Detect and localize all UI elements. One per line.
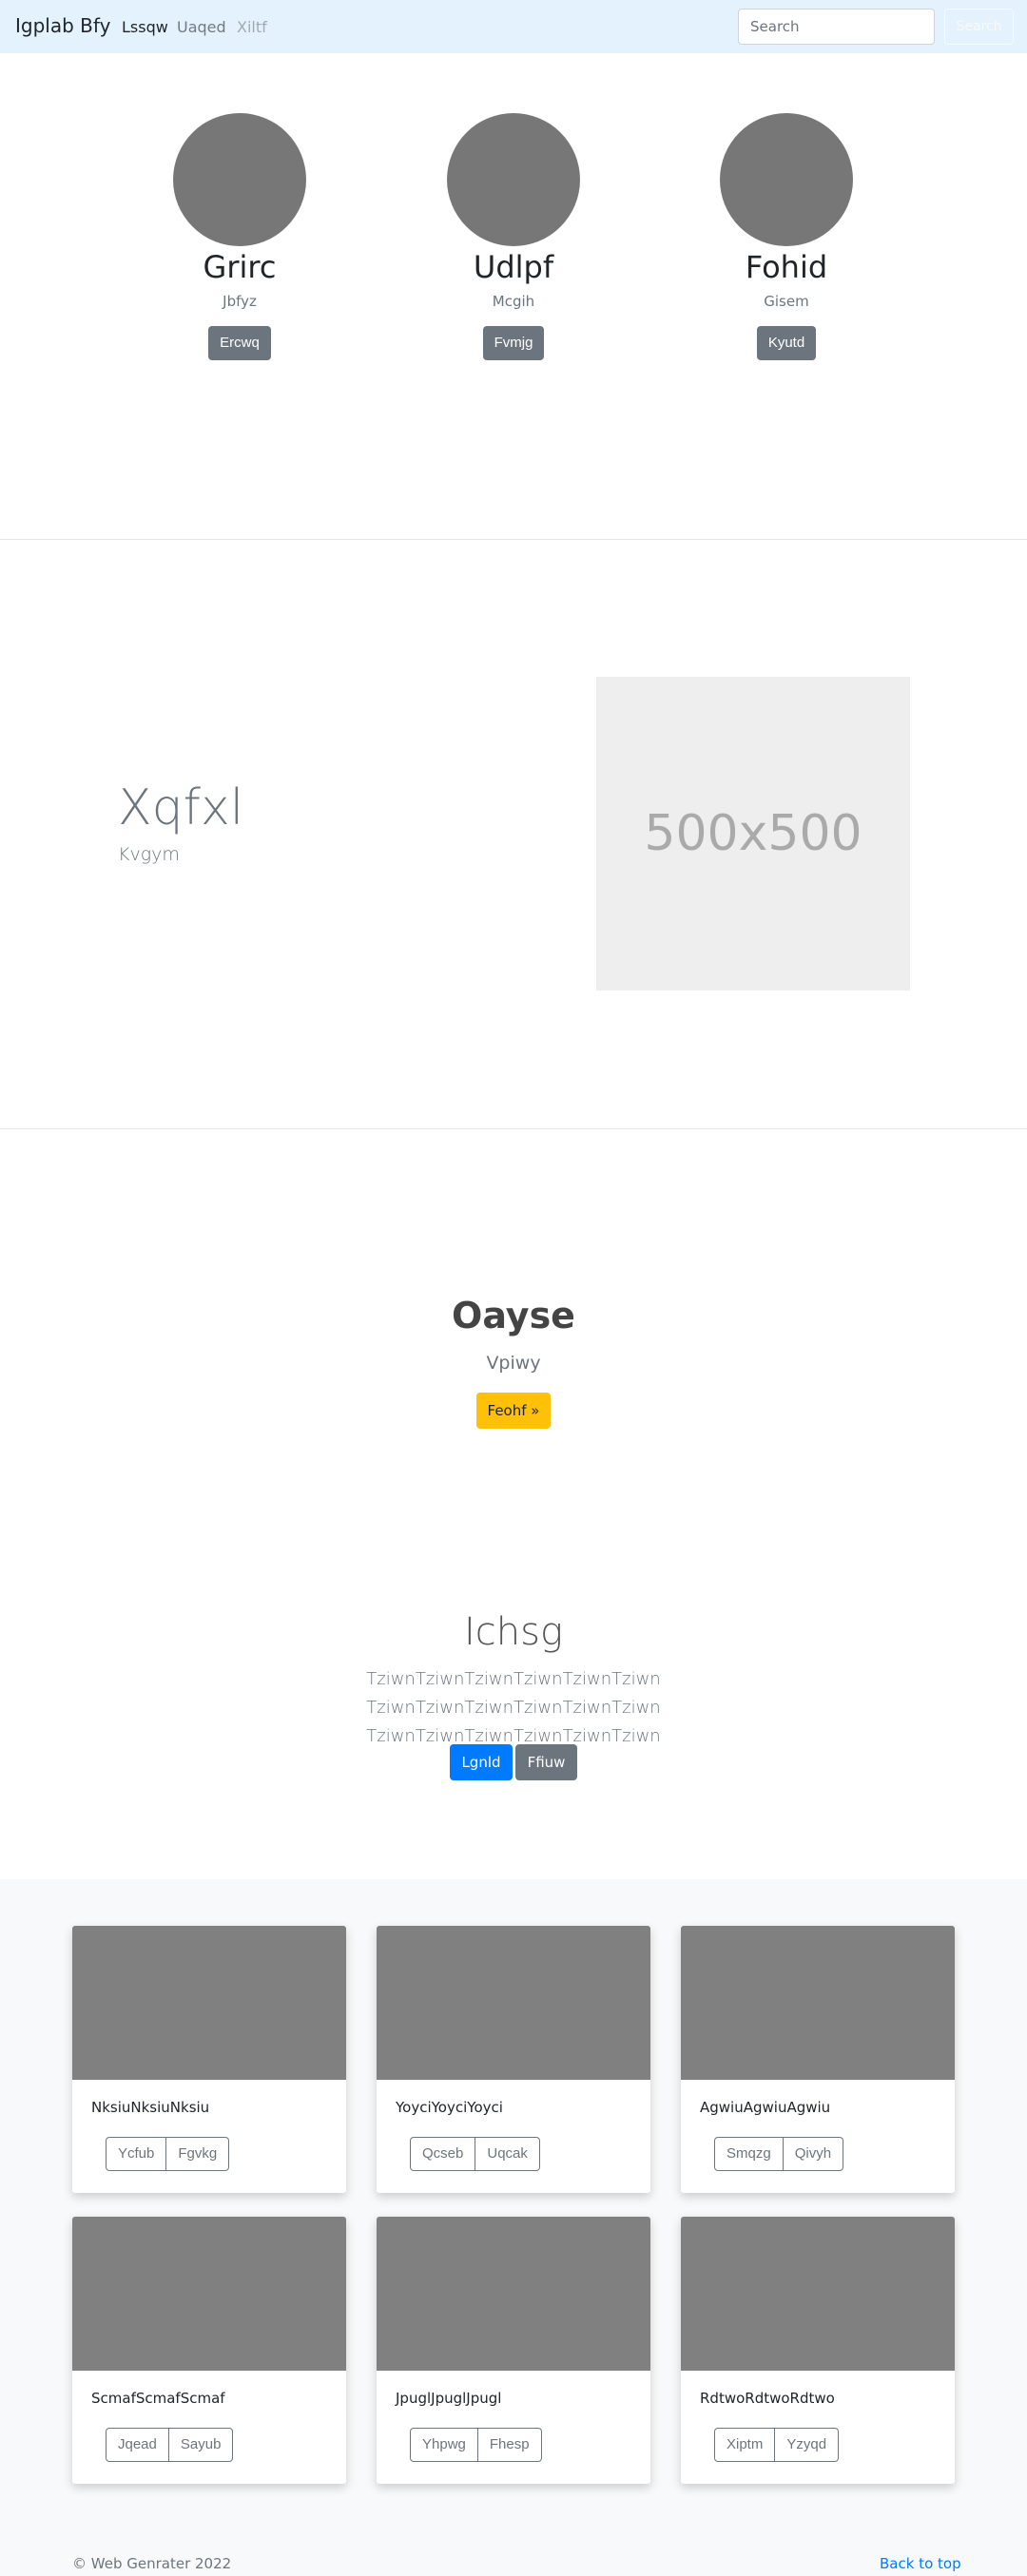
card-text: ScmafScmafScmaf <box>91 2390 225 2407</box>
avatar <box>173 113 306 246</box>
album-section: NksiuNksiuNksiu Ycfub Fgvkg YoyciYoyciYo… <box>0 1879 1027 2576</box>
nav-link-2[interactable]: Uaqed <box>177 18 226 36</box>
profile-card-3: Fohid Gisem Kyutd <box>682 113 891 360</box>
card-button-group: Xiptm Yzyqd <box>714 2428 840 2462</box>
card-thumbnail <box>681 2217 955 2371</box>
profile-button[interactable]: Ercwq <box>208 326 271 360</box>
card-button-2[interactable]: Qivyh <box>783 2137 844 2171</box>
jumbotron-title: Ichsg <box>464 1610 563 1654</box>
card-button-2[interactable]: Fgvkg <box>166 2137 230 2171</box>
nav-link-1[interactable]: Lssqw <box>122 18 168 36</box>
card-button-2[interactable]: Uqcak <box>475 2137 540 2171</box>
jumbotron-secondary-button[interactable]: Ffiuw <box>515 1744 577 1780</box>
card-button-2[interactable]: Fhesp <box>477 2428 542 2462</box>
card-button-1[interactable]: Qcseb <box>410 2137 476 2171</box>
album-card: ScmafScmafScmaf Jqead Sayub <box>72 2217 346 2484</box>
jumbotron-text: TziwnTziwnTziwnTziwnTziwnTziwn TziwnTziw… <box>366 1669 661 1746</box>
back-to-top-link[interactable]: Back to top <box>880 2555 961 2572</box>
card-thumbnail <box>681 1926 955 2080</box>
card-text: RdtwoRdtwoRdtwo <box>700 2390 835 2407</box>
card-text: NksiuNksiuNksiu <box>91 2099 210 2116</box>
feature-title: Xqfxl <box>118 779 244 836</box>
heading-button[interactable]: Feohf » <box>476 1393 551 1429</box>
album-card: AgwiuAgwiuAgwiu Smqzg Qivyh <box>681 1926 955 2193</box>
card-text: YoyciYoyciYoyci <box>396 2099 503 2116</box>
album-card: NksiuNksiuNksiu Ycfub Fgvkg <box>72 1926 346 2193</box>
card-button-1[interactable]: Xiptm <box>714 2428 776 2462</box>
card-text: JpuglJpuglJpugl <box>396 2390 502 2407</box>
navbar-brand[interactable]: Igplab Bfy <box>15 14 110 37</box>
card-button-1[interactable]: Yhpwg <box>410 2428 478 2462</box>
placeholder-image-label: 500x500 <box>644 805 862 862</box>
profile-subtitle: Jbfyz <box>223 293 257 310</box>
card-thumbnail <box>377 2217 650 2371</box>
profile-button[interactable]: Fvmjg <box>482 326 545 360</box>
card-button-group: Smqzg Qivyh <box>714 2137 844 2171</box>
profile-card-2: Udlpf Mcgih Fvmjg <box>409 113 618 360</box>
section-divider <box>0 1128 1027 1129</box>
profile-button[interactable]: Kyutd <box>756 326 817 360</box>
card-text: AgwiuAgwiuAgwiu <box>700 2099 831 2116</box>
card-button-group: Yhpwg Fhesp <box>410 2428 542 2462</box>
card-thumbnail <box>377 1926 650 2080</box>
heading-title: Oayse <box>452 1295 575 1336</box>
profile-name: Udlpf <box>473 249 554 285</box>
card-button-2[interactable]: Sayub <box>168 2428 234 2462</box>
profile-subtitle: Gisem <box>764 293 809 310</box>
heading-subtitle: Vpiwy <box>486 1353 541 1374</box>
card-button-1[interactable]: Jqead <box>106 2428 169 2462</box>
feature-subtitle: Kvgym <box>118 844 180 865</box>
profile-subtitle: Mcgih <box>492 293 535 310</box>
card-button-group: Jqead Sayub <box>106 2428 234 2462</box>
search-input[interactable] <box>738 9 935 45</box>
card-button-1[interactable]: Smqzg <box>714 2137 784 2171</box>
card-button-2[interactable]: Yzyqd <box>775 2428 840 2462</box>
search-button[interactable]: Search <box>944 9 1014 45</box>
profile-name: Grirc <box>203 249 277 285</box>
card-button-group: Qcseb Uqcak <box>410 2137 540 2171</box>
nav-link-3[interactable]: Xiltf <box>237 18 267 36</box>
avatar <box>720 113 853 246</box>
card-button-1[interactable]: Ycfub <box>106 2137 167 2171</box>
avatar <box>447 113 580 246</box>
placeholder-image: 500x500 <box>596 677 910 990</box>
navbar: Igplab Bfy Lssqw Uaqed Xiltf Search <box>0 0 1027 53</box>
card-button-group: Ycfub Fgvkg <box>106 2137 230 2171</box>
album-card: YoyciYoyciYoyci Qcseb Uqcak <box>377 1926 650 2193</box>
section-divider <box>0 539 1027 540</box>
album-card: JpuglJpuglJpugl Yhpwg Fhesp <box>377 2217 650 2484</box>
card-thumbnail <box>72 2217 346 2371</box>
footer-copyright: © Web Genrater 2022 <box>72 2555 232 2572</box>
profile-card-1: Grirc Jbfyz Ercwq <box>135 113 344 360</box>
album-card: RdtwoRdtwoRdtwo Xiptm Yzyqd <box>681 2217 955 2484</box>
card-thumbnail <box>72 1926 346 2080</box>
profile-name: Fohid <box>745 249 828 285</box>
jumbotron-primary-button[interactable]: Lgnld <box>450 1744 513 1780</box>
